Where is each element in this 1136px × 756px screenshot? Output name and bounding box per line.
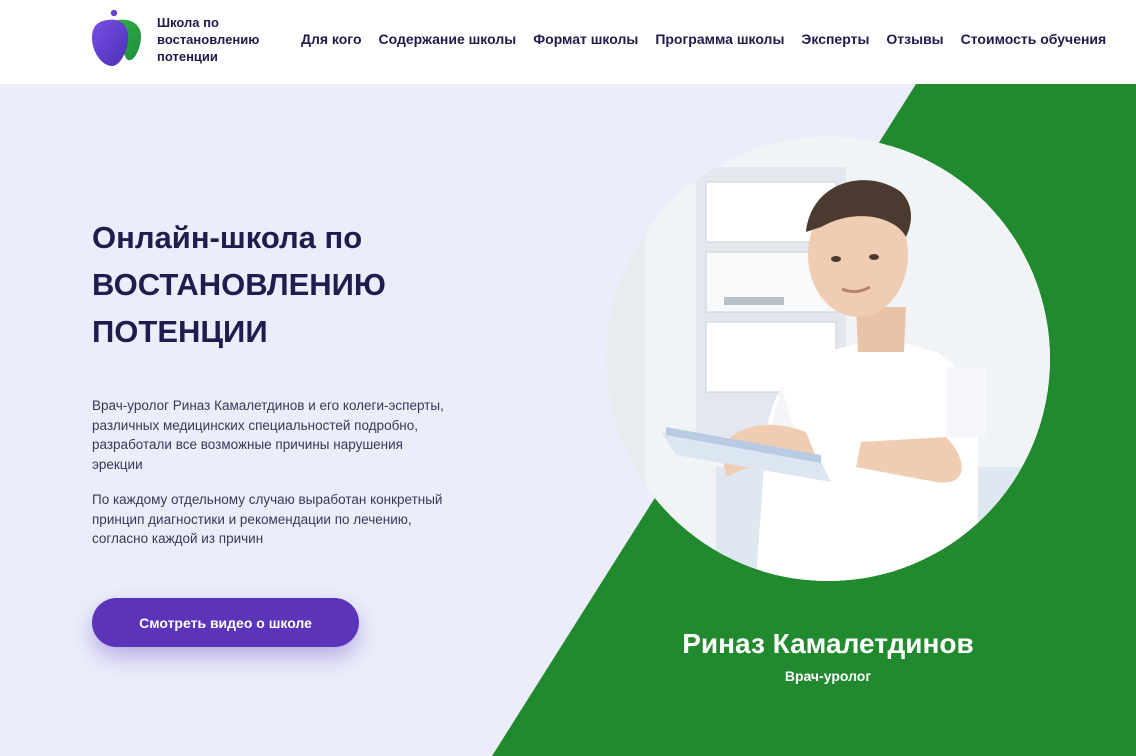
- nav-item-format[interactable]: Формат школы: [533, 31, 638, 47]
- logo-text-line-3: потенции: [157, 49, 218, 64]
- headline-line-2: ВОСТАНОВЛЕНИЮ: [92, 267, 386, 302]
- nav-item-pricing[interactable]: Стоимость обучения: [961, 31, 1107, 47]
- nav-item-program[interactable]: Программа школы: [655, 31, 784, 47]
- hero-description-1: Врач-уролог Риназ Камалетдинов и его кол…: [92, 398, 444, 472]
- logo-text-line-1: Школа по: [157, 15, 219, 30]
- headline-line-1: Онлайн-школа по: [92, 220, 363, 255]
- logo-text-line-2: востановлению: [157, 32, 260, 47]
- nav-item-reviews[interactable]: Отзывы: [886, 31, 943, 47]
- watch-video-button[interactable]: Смотреть видео о школе: [92, 598, 359, 647]
- nav-item-experts[interactable]: Эксперты: [801, 31, 869, 47]
- doctor-role: Врач-уролог: [784, 668, 872, 684]
- nav-item-for-whom[interactable]: Для кого: [301, 31, 362, 47]
- tooth-logo-icon[interactable]: [90, 8, 144, 68]
- nav-item-content[interactable]: Содержание школы: [379, 31, 517, 47]
- headline-line-3: ПОТЕНЦИИ: [92, 314, 268, 349]
- site-header: Школа по востановлению потенции Для кого…: [0, 0, 1136, 84]
- main-nav: Для кого Содержание школы Формат школы П…: [301, 31, 1106, 47]
- hero-headline: Онлайн-школа по ВОСТАНОВЛЕНИЮ ПОТЕНЦИИ: [92, 214, 492, 355]
- doctor-name: Риназ Камалетдинов: [682, 628, 974, 659]
- doctor-photo: [606, 137, 1050, 581]
- hero-description-2: По каждому отдельному случаю выработан к…: [92, 492, 443, 546]
- logo-text[interactable]: Школа по востановлению потенции: [157, 14, 287, 65]
- doctor-illustration: [606, 137, 1050, 581]
- hero-section: Онлайн-школа по ВОСТАНОВЛЕНИЮ ПОТЕНЦИИ В…: [0, 84, 1136, 756]
